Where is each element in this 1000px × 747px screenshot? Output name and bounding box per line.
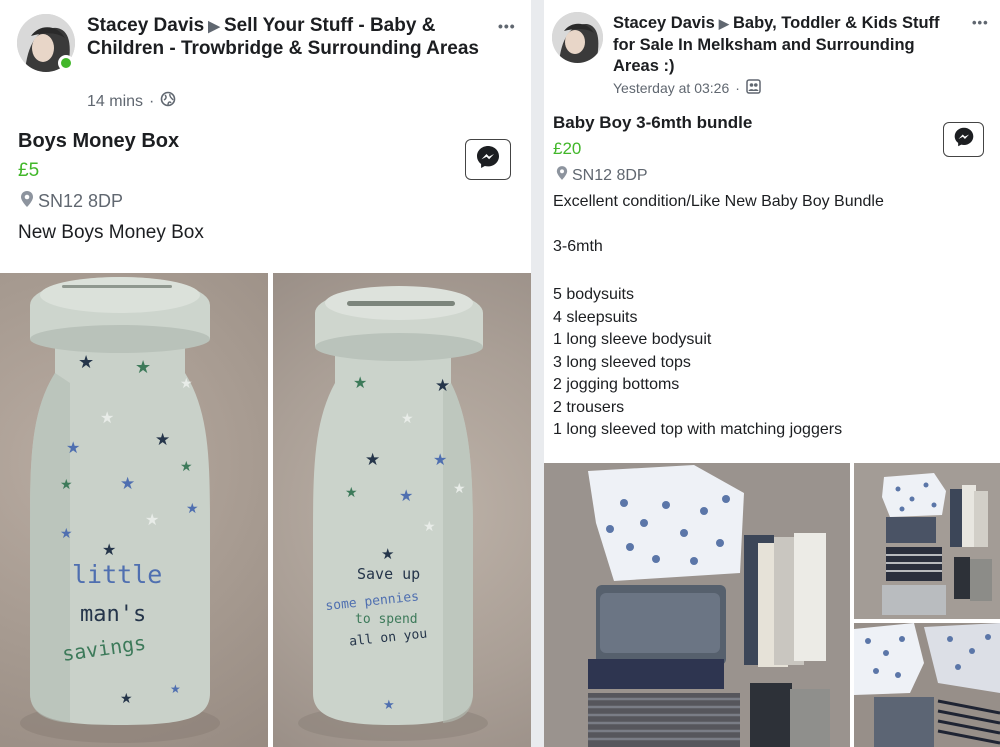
- svg-text:★: ★: [78, 352, 94, 372]
- listing-location: SN12 8DP: [556, 165, 648, 186]
- svg-text:★: ★: [66, 440, 80, 457]
- listing-title: Baby Boy 3-6mth bundle: [553, 113, 753, 132]
- author-name[interactable]: Stacey Davis: [613, 14, 715, 32]
- messenger-icon: [953, 126, 975, 153]
- svg-text:★: ★: [365, 450, 380, 469]
- money-box-text-2: man's: [80, 602, 146, 627]
- meta-separator: ·: [735, 80, 740, 96]
- post-header: Stacey Davis ▶ Sell Your Stuff - Baby & Ch…: [87, 15, 497, 61]
- list-item: 1 long sleeve bodysuit: [553, 331, 712, 348]
- arrow-right-icon: ▶: [718, 16, 729, 31]
- right-post: Stacey Davis ▶ Baby, Toddler & Kids Stuff …: [544, 0, 1000, 747]
- avatar[interactable]: [552, 12, 603, 63]
- listing-items-list: 5 bodysuits 4 sleepsuits 1 long sleeve b…: [553, 284, 842, 442]
- feed-divider: [531, 0, 544, 747]
- post-meta: 14 mins ·: [87, 91, 176, 112]
- arrow-right-icon: ▶: [208, 18, 220, 35]
- svg-text:★: ★: [345, 484, 358, 500]
- listing-price: £20: [553, 139, 582, 158]
- svg-text:★: ★: [102, 542, 116, 559]
- listing-price: £5: [18, 160, 40, 181]
- svg-text:★: ★: [60, 525, 73, 541]
- svg-text:★: ★: [135, 357, 151, 377]
- post-time[interactable]: 14 mins: [87, 93, 143, 111]
- listing-photo[interactable]: [544, 463, 850, 747]
- list-item: 5 bodysuits: [553, 286, 634, 303]
- listing-photo[interactable]: [854, 623, 1000, 747]
- svg-text:★: ★: [383, 697, 395, 712]
- location-text: SN12 8DP: [572, 166, 648, 184]
- online-status-indicator: [58, 55, 74, 71]
- post-time[interactable]: Yesterday at 03:26: [613, 80, 729, 96]
- listing-photo[interactable]: [854, 463, 1000, 619]
- svg-text:★: ★: [180, 375, 193, 391]
- more-options-button[interactable]: •••: [972, 15, 989, 30]
- list-item: 2 jogging bottoms: [553, 376, 680, 393]
- listing-location: SN12 8DP: [20, 190, 123, 213]
- author-name[interactable]: Stacey Davis: [87, 15, 204, 36]
- post-meta: Yesterday at 03:26 ·: [613, 79, 761, 97]
- post-header: Stacey Davis ▶ Baby, Toddler & Kids Stuff …: [613, 13, 943, 78]
- money-box-text-1: little: [72, 560, 162, 589]
- money-box-text-3: to spend: [355, 612, 418, 627]
- svg-text:★: ★: [60, 476, 73, 492]
- money-box-text-1: Save up: [357, 565, 420, 583]
- svg-text:★: ★: [155, 430, 170, 449]
- messenger-button[interactable]: [465, 139, 511, 180]
- svg-text:★: ★: [100, 410, 114, 427]
- svg-text:★: ★: [381, 546, 394, 563]
- svg-text:★: ★: [453, 480, 466, 496]
- location-text: SN12 8DP: [38, 191, 124, 211]
- left-post: Stacey Davis ▶ Sell Your Stuff - Baby & Ch…: [0, 0, 531, 747]
- list-item: 1 long sleeved top with matching joggers: [553, 421, 843, 438]
- svg-text:★: ★: [180, 458, 193, 474]
- svg-text:★: ★: [433, 452, 447, 469]
- messenger-button[interactable]: [943, 122, 984, 157]
- svg-text:★: ★: [145, 512, 159, 529]
- clothes-bundle-image: [854, 623, 1000, 747]
- svg-text:★: ★: [120, 474, 135, 493]
- money-box-image: ★ ★ ★ ★ ★ ★ ★ ★ ★ ★ ★ Save up some penni…: [298, 286, 488, 741]
- globe-icon: [160, 91, 176, 112]
- svg-text:★: ★: [120, 690, 133, 706]
- meta-separator: ·: [149, 92, 155, 110]
- listing-age-range: 3-6mth: [553, 238, 603, 255]
- listing-title: Boys Money Box: [18, 130, 180, 152]
- list-item: 2 trousers: [553, 398, 625, 416]
- location-pin-icon: [20, 190, 34, 213]
- svg-text:★: ★: [399, 488, 413, 505]
- more-options-button[interactable]: •••: [498, 18, 516, 34]
- messenger-icon: [475, 144, 501, 175]
- listing-photo[interactable]: ★ ★ ★ ★ ★ ★ ★ ★ ★ ★ ★ ★ ★ ★ ★ little man…: [0, 273, 268, 747]
- location-pin-icon: [556, 165, 568, 186]
- clothes-bundle-image: [854, 463, 1000, 619]
- svg-text:★: ★: [170, 682, 181, 696]
- list-item: 4 sleepsuits: [553, 308, 638, 326]
- listing-photo[interactable]: ★ ★ ★ ★ ★ ★ ★ ★ ★ ★ ★ Save up some penni…: [273, 273, 531, 747]
- listing-description: Excellent condition/Like New Baby Boy Bu…: [553, 193, 884, 210]
- svg-text:★: ★: [353, 375, 367, 392]
- listing-description: New Boys Money Box: [18, 222, 204, 243]
- svg-text:★: ★: [423, 518, 436, 534]
- list-item: 3 long sleeved tops: [553, 353, 691, 371]
- money-box-image: ★ ★ ★ ★ ★ ★ ★ ★ ★ ★ ★ ★ ★ ★ ★ little man…: [20, 277, 220, 743]
- svg-text:★: ★: [401, 410, 414, 426]
- svg-text:★: ★: [435, 376, 450, 395]
- group-icon: [746, 79, 761, 97]
- clothes-bundle-image: [544, 463, 850, 747]
- svg-text:★: ★: [186, 500, 199, 516]
